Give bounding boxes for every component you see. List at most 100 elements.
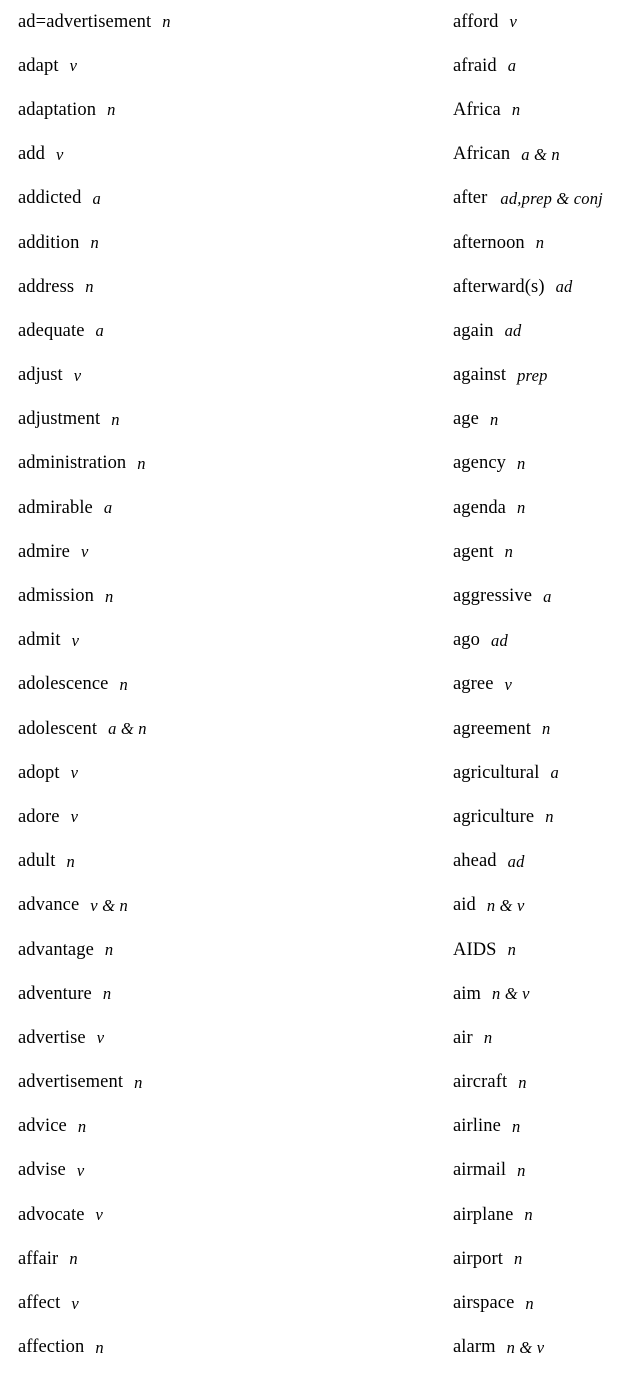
vocabulary-entry: against prep [453, 354, 644, 398]
entry-part-of-speech: n [511, 1116, 521, 1136]
entry-part-of-speech: n [517, 1160, 526, 1180]
vocabulary-entry: adapt v [18, 44, 438, 88]
entry-word: aim [453, 983, 482, 1004]
entry-word: ad=advertisement [18, 11, 152, 32]
entry-part-of-speech: ad [555, 277, 573, 297]
entry-part-of-speech: v [96, 1028, 105, 1048]
entry-part-of-speech: prep [517, 365, 548, 385]
entry-part-of-speech: n [545, 807, 554, 827]
entry-word: agree [453, 674, 494, 695]
entry-part-of-speech: n [507, 940, 517, 960]
entry-word: agricultural [453, 762, 540, 783]
entry-part-of-speech: v [70, 807, 79, 827]
entry-word: ago [453, 630, 481, 651]
entry-word: agent [453, 541, 494, 562]
left-column: ad=advertisement n adapt v adaptation n add v ad… [18, 0, 438, 1373]
vocabulary-entry: agricultural a [453, 751, 644, 795]
entry-part-of-speech: a & n [521, 144, 560, 164]
entry-part-of-speech: n [95, 1337, 104, 1357]
entry-part-of-speech: n [77, 1116, 87, 1136]
entry-word: adjustment [18, 409, 101, 430]
entry-part-of-speech: v & n [90, 895, 128, 915]
entry-part-of-speech: n [524, 1205, 533, 1225]
vocabulary-entry: afraid a [453, 44, 644, 88]
entry-part-of-speech: n [90, 233, 99, 253]
vocabulary-entry: aggressive a [453, 574, 644, 618]
entry-word: addition [18, 232, 80, 253]
entry-word: afternoon [453, 232, 525, 253]
entry-word: adaptation [18, 99, 97, 120]
vocabulary-entry: airline n [453, 1105, 644, 1149]
vocabulary-entry: airmail n [453, 1149, 644, 1193]
vocabulary-entry: advice n [18, 1105, 438, 1149]
entry-word: agreement [453, 718, 531, 739]
entry-part-of-speech: v [95, 1205, 104, 1225]
entry-word: adequate [18, 320, 85, 341]
entry-part-of-speech: ad [507, 851, 525, 871]
entry-word: African [453, 144, 511, 165]
entry-word: airline [453, 1116, 501, 1137]
vocabulary-entry: administration n [18, 442, 438, 486]
entry-word: airmail [453, 1160, 507, 1181]
entry-word: agenda [453, 497, 506, 518]
entry-word: aircraft [453, 1072, 508, 1093]
entry-word: ahead [453, 851, 497, 872]
vocabulary-entry: aid n & v [453, 884, 644, 928]
entry-word: adapt [18, 55, 59, 76]
entry-word: adventure [18, 983, 92, 1004]
vocabulary-entry: age n [453, 398, 644, 442]
entry-part-of-speech: n [107, 100, 116, 120]
vocabulary-entry: adjust v [18, 354, 438, 398]
entry-part-of-speech: n [134, 1072, 143, 1092]
vocabulary-entry: advertisement n [18, 1061, 438, 1105]
entry-part-of-speech: a [550, 763, 559, 783]
vocabulary-entry: adaptation n [18, 88, 438, 132]
entry-word: adjust [18, 365, 63, 386]
entry-part-of-speech: v [80, 542, 89, 562]
vocabulary-entry: airspace n [453, 1281, 644, 1325]
vocabulary-entry: adore v [18, 795, 438, 839]
entry-part-of-speech: v [56, 144, 64, 164]
vocabulary-entry: aircraft n [453, 1061, 644, 1105]
entry-part-of-speech: n [516, 453, 526, 473]
entry-word: aggressive [453, 586, 533, 607]
entry-word: agency [453, 453, 506, 474]
right-column: afford v afraid a Africa n African a & n after ad… [453, 0, 644, 1373]
vocabulary-entry: ago ad [453, 619, 644, 663]
entry-word: administration [18, 453, 127, 474]
entry-word: afterward(s) [453, 276, 545, 297]
vocabulary-entry: ad=advertisement n [18, 0, 438, 44]
entry-part-of-speech: ad [491, 630, 508, 650]
entry-word: admirable [18, 497, 93, 518]
entry-part-of-speech: n [104, 940, 114, 960]
vocabulary-entry: afford v [453, 0, 644, 44]
entry-part-of-speech: n [137, 453, 146, 473]
entry-part-of-speech: ad [504, 321, 522, 341]
entry-part-of-speech: ad,prep & conj [500, 188, 603, 208]
entry-word: advice [18, 1116, 67, 1137]
entry-word: affection [18, 1337, 85, 1358]
entry-word: against [453, 365, 507, 386]
vocabulary-entry: advantage n [18, 928, 438, 972]
entry-word: admire [18, 541, 70, 562]
vocabulary-entry: adolescent a & n [18, 707, 438, 751]
vocabulary-entry: adult n [18, 840, 438, 884]
entry-part-of-speech: v [504, 674, 513, 694]
entry-part-of-speech: n [535, 233, 545, 253]
entry-word: AIDS [453, 939, 497, 960]
vocabulary-entry: address n [18, 265, 438, 309]
entry-word: address [18, 276, 75, 297]
vocabulary-entry: African a & n [453, 133, 644, 177]
vocabulary-entry: advance v & n [18, 884, 438, 928]
entry-word: afraid [453, 55, 497, 76]
vocabulary-entry: agenda n [453, 486, 644, 530]
entry-word: advance [18, 895, 80, 916]
entry-part-of-speech: n [119, 674, 128, 694]
vocabulary-entry: addition n [18, 221, 438, 265]
vocabulary-entry: airport n [453, 1237, 644, 1281]
vocabulary-entry: admire v [18, 530, 438, 574]
entry-word: advocate [18, 1204, 85, 1225]
entry-part-of-speech: v [71, 1293, 79, 1313]
entry-word: adolescence [18, 674, 109, 695]
vocabulary-entry: admission n [18, 574, 438, 618]
